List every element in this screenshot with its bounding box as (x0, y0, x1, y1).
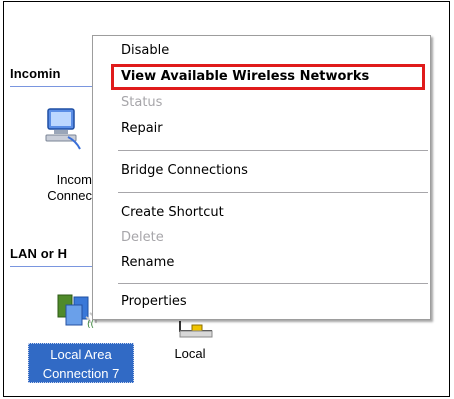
menu-item-properties[interactable]: Properties (121, 292, 187, 312)
incoming-connection-icon[interactable] (42, 107, 82, 151)
svg-text:((: (( (87, 320, 94, 330)
menu-item-status: Status (121, 95, 163, 110)
menu-separator (118, 283, 428, 284)
highlight-annotation-box (111, 64, 425, 90)
menu-separator (118, 150, 428, 151)
menu-item-disable[interactable]: Disable (121, 41, 169, 61)
lan-item-label-line1: Local Area (50, 347, 112, 362)
menu-item-delete: Delete (121, 230, 164, 245)
menu-separator (118, 192, 428, 193)
menu-item-create-shortcut[interactable]: Create Shortcut (121, 203, 224, 223)
local-connection-label[interactable]: Local (160, 346, 220, 362)
section-header-lan: LAN or H (10, 246, 68, 261)
menu-item-rename[interactable]: Rename (121, 253, 174, 273)
lan-item-selected-label[interactable]: Local Area Connection 7 (28, 343, 134, 383)
incoming-connection-label-line1[interactable]: Incom (20, 172, 92, 188)
local-area-connection-icon[interactable] (176, 319, 216, 341)
context-menu: Disable View Available Wireless Networks… (92, 35, 431, 320)
menu-item-bridge-connections[interactable]: Bridge Connections (121, 161, 248, 181)
incoming-connection-label-line2[interactable]: Connec (2, 188, 92, 204)
menu-item-repair[interactable]: Repair (121, 119, 163, 139)
section-header-incoming: Incomin (10, 66, 61, 81)
lan-item-label-line2: Connection 7 (42, 366, 120, 381)
